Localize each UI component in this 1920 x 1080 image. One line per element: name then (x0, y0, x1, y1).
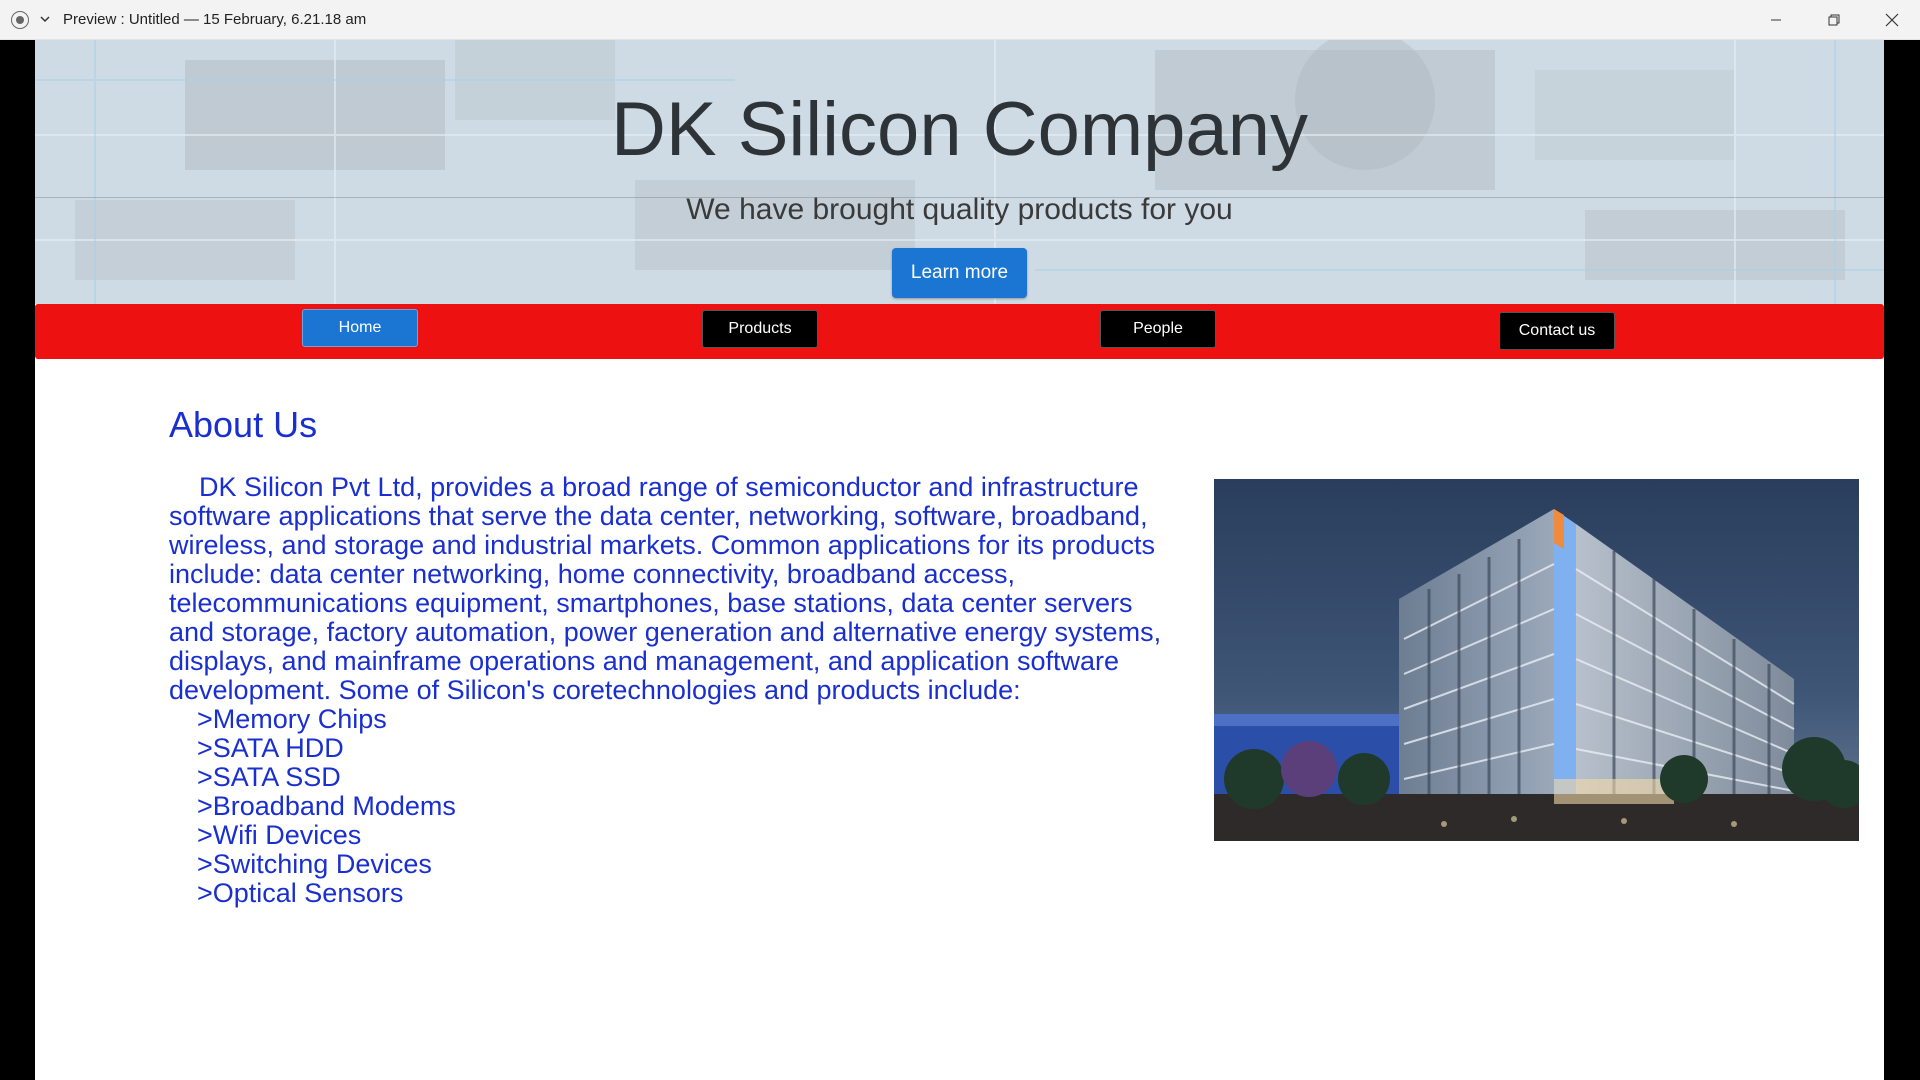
list-item: >SATA HDD (197, 733, 344, 763)
nav-people-button[interactable]: People (1100, 310, 1216, 348)
close-button[interactable] (1864, 0, 1920, 40)
chevron-down-icon[interactable] (38, 12, 52, 26)
about-paragraph: DK Silicon Pvt Ltd, provides a broad ran… (169, 472, 1162, 705)
company-title: DK Silicon Company (611, 87, 1308, 172)
office-building-image (1214, 479, 1859, 841)
close-icon (1885, 13, 1899, 27)
window-title: Preview : Untitled — 15 February, 6.21.1… (63, 11, 367, 28)
hero-banner: DK Silicon Company We have brought quali… (35, 40, 1884, 304)
about-section: DK Silicon Pvt Ltd, provides a broad ran… (169, 473, 1169, 908)
minimize-button[interactable] (1748, 0, 1804, 40)
learn-more-button[interactable]: Learn more (892, 248, 1027, 298)
products-list: >Memory Chips >SATA HDD >SATA SSD >Broad… (169, 705, 1169, 908)
list-item: >Broadband Modems (197, 791, 456, 821)
list-item: >Memory Chips (197, 704, 387, 734)
nav-home-button[interactable]: Home (302, 309, 418, 347)
nav-products-button[interactable]: Products (702, 310, 818, 348)
minimize-icon (1771, 19, 1781, 21)
window-titlebar: Preview : Untitled — 15 February, 6.21.1… (0, 0, 1920, 40)
list-item: >Switching Devices (197, 849, 432, 879)
hero-subtitle: We have brought quality products for you (686, 193, 1233, 226)
main-navbar: Home Products People Contact us (35, 304, 1884, 359)
maximize-icon (1828, 14, 1840, 26)
list-item: >Wifi Devices (197, 820, 362, 850)
about-heading: About Us (169, 404, 318, 445)
screen-record-icon (11, 11, 29, 29)
list-item: >SATA SSD (197, 762, 341, 792)
list-item: >Optical Sensors (197, 878, 404, 908)
nav-contact-button[interactable]: Contact us (1499, 312, 1615, 350)
webpage: DK Silicon Company We have brought quali… (35, 40, 1884, 1080)
maximize-button[interactable] (1806, 0, 1862, 40)
